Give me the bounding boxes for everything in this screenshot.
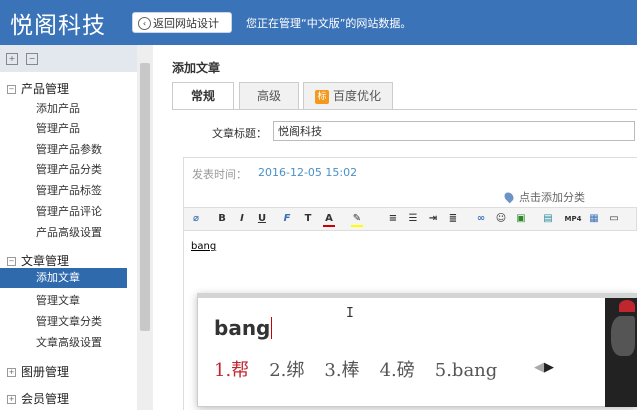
sidebar: + − − 产品管理 添加产品 管理产品 管理产品参数 管理产品分类 管理产品标签… [0, 45, 137, 410]
text-cursor-icon: I [346, 306, 354, 321]
media-icon[interactable]: ▤ [542, 213, 554, 225]
page-title: 添加文章 [172, 61, 221, 75]
more-icon[interactable]: ▭ [608, 213, 620, 225]
sidebar-item-product-categories[interactable]: 管理产品分类 [36, 161, 102, 177]
ime-candidate[interactable]: 5.bang [435, 360, 498, 381]
expand-all-icon[interactable]: + [6, 53, 18, 65]
ordered-list-icon[interactable]: ≡ [387, 213, 399, 225]
bold-icon[interactable]: B [216, 213, 228, 225]
sidebar-item-product-advanced[interactable]: 产品高级设置 [36, 224, 102, 240]
tab-baidu-seo[interactable]: 标百度优化 [303, 82, 393, 109]
sidebar-item-add-article[interactable]: 添加文章 [0, 268, 127, 288]
ime-candidate[interactable]: 3.棒 [324, 360, 359, 381]
emoticon-icon[interactable]: ☺ [495, 213, 507, 225]
collapse-toggle-icon[interactable]: − [7, 257, 16, 266]
font-color-icon[interactable]: A [323, 213, 335, 227]
seo-tag-icon: 标 [314, 90, 329, 104]
editor-text: bang [191, 241, 217, 252]
italic-icon[interactable]: I [236, 213, 248, 225]
ime-candidate-list: 1.帮 2.绑 3.棒 4.磅 5.bang [214, 356, 517, 382]
unordered-list-icon[interactable]: ☰ [407, 213, 419, 225]
prev-page-icon[interactable]: ◀ [534, 360, 544, 375]
font-size-icon[interactable]: T [302, 213, 314, 225]
ime-candidate[interactable]: 4.磅 [380, 360, 415, 381]
article-title-input[interactable]: 悦阁科技 [273, 121, 635, 141]
sidebar-item-article-categories[interactable]: 管理文章分类 [36, 313, 102, 329]
sidebar-toolbar: + − [0, 45, 137, 72]
scrollbar-thumb[interactable] [140, 63, 150, 331]
sidebar-item-product-params[interactable]: 管理产品参数 [36, 141, 102, 157]
group-label: 会员管理 [21, 392, 70, 406]
ime-candidate[interactable]: 1.帮 [214, 360, 249, 381]
eraser-icon[interactable]: ⌀ [190, 213, 202, 225]
highlight-icon[interactable]: ✎ [351, 213, 363, 227]
add-category-link[interactable]: 点击添加分类 [502, 189, 585, 205]
expand-toggle-icon[interactable]: + [7, 395, 16, 404]
expand-toggle-icon[interactable]: + [7, 368, 16, 377]
group-label: 文章管理 [21, 254, 70, 268]
collapse-all-icon[interactable]: − [26, 53, 38, 65]
sidebar-item-article-advanced[interactable]: 文章高级设置 [36, 334, 102, 350]
ime-candidate-window: bang 1.帮 2.绑 3.棒 4.磅 5.bang ◀▶ [197, 293, 637, 407]
top-header: 悦阁科技 ‹ 返回网站设计 您正在管理“中文版”的网站数据。 [0, 0, 637, 45]
sidebar-group-articles[interactable]: − 文章管理 [7, 252, 69, 269]
ime-composition-text: bang [214, 316, 273, 340]
ime-candidate[interactable]: 2.绑 [269, 360, 304, 381]
collapse-toggle-icon[interactable]: − [7, 85, 16, 94]
header-message: 您正在管理“中文版”的网站数据。 [246, 17, 412, 30]
tab-advanced[interactable]: 高级 [239, 82, 299, 109]
sidebar-group-members[interactable]: + 会员管理 [7, 390, 69, 407]
add-category-label: 点击添加分类 [519, 191, 585, 204]
tab-label: 百度优化 [332, 89, 381, 103]
ime-input-value: bang [214, 316, 271, 340]
next-page-icon[interactable]: ▶ [544, 360, 554, 375]
link-icon[interactable]: ∞ [475, 213, 487, 225]
sidebar-item-product-tags[interactable]: 管理产品标签 [36, 182, 102, 198]
sidebar-item-add-product[interactable]: 添加产品 [36, 100, 80, 116]
editor-toolbar: ⌀ B I U F T A ✎ ≡ ☰ ⇥ ≣ ∞ ☺ ▣ ▤ MP4 ▦ ▭ [183, 207, 637, 231]
mascot-face [611, 316, 635, 356]
publish-time-label: 发表时间： [192, 168, 247, 181]
justify-icon[interactable]: ≣ [447, 213, 459, 225]
ime-skin-mascot [605, 298, 637, 407]
underline-icon[interactable]: U [256, 213, 268, 225]
sidebar-item-product-reviews[interactable]: 管理产品评论 [36, 203, 102, 219]
sidebar-item-manage-articles[interactable]: 管理文章 [36, 292, 80, 308]
ime-page-arrows: ◀▶ [534, 360, 554, 375]
pin-icon [502, 190, 516, 204]
site-logo: 悦阁科技 [10, 13, 106, 39]
indent-icon[interactable]: ⇥ [427, 213, 439, 225]
back-button-label: 返回网站设计 [153, 17, 219, 30]
image-icon[interactable]: ▣ [515, 213, 527, 225]
tab-general[interactable]: 常规 [172, 82, 234, 110]
text-caret [271, 317, 273, 339]
font-icon[interactable]: F [281, 213, 293, 225]
sidebar-scrollbar[interactable] [137, 45, 153, 410]
flash-icon[interactable]: MP4 [564, 213, 582, 225]
table-icon[interactable]: ▦ [588, 213, 600, 225]
article-title-label: 文章标题： [212, 127, 267, 140]
publish-time-input[interactable]: 2016-12-05 15:02 [258, 166, 357, 179]
sidebar-group-products[interactable]: − 产品管理 [7, 80, 69, 97]
back-arrow-icon: ‹ [138, 17, 151, 30]
sidebar-group-albums[interactable]: + 图册管理 [7, 363, 69, 380]
tab-divider [172, 109, 637, 110]
group-label: 图册管理 [21, 365, 70, 379]
group-label: 产品管理 [21, 82, 70, 96]
sidebar-item-manage-products[interactable]: 管理产品 [36, 120, 80, 136]
back-to-site-design-button[interactable]: ‹ 返回网站设计 [132, 12, 232, 33]
mascot-hat [619, 300, 635, 312]
